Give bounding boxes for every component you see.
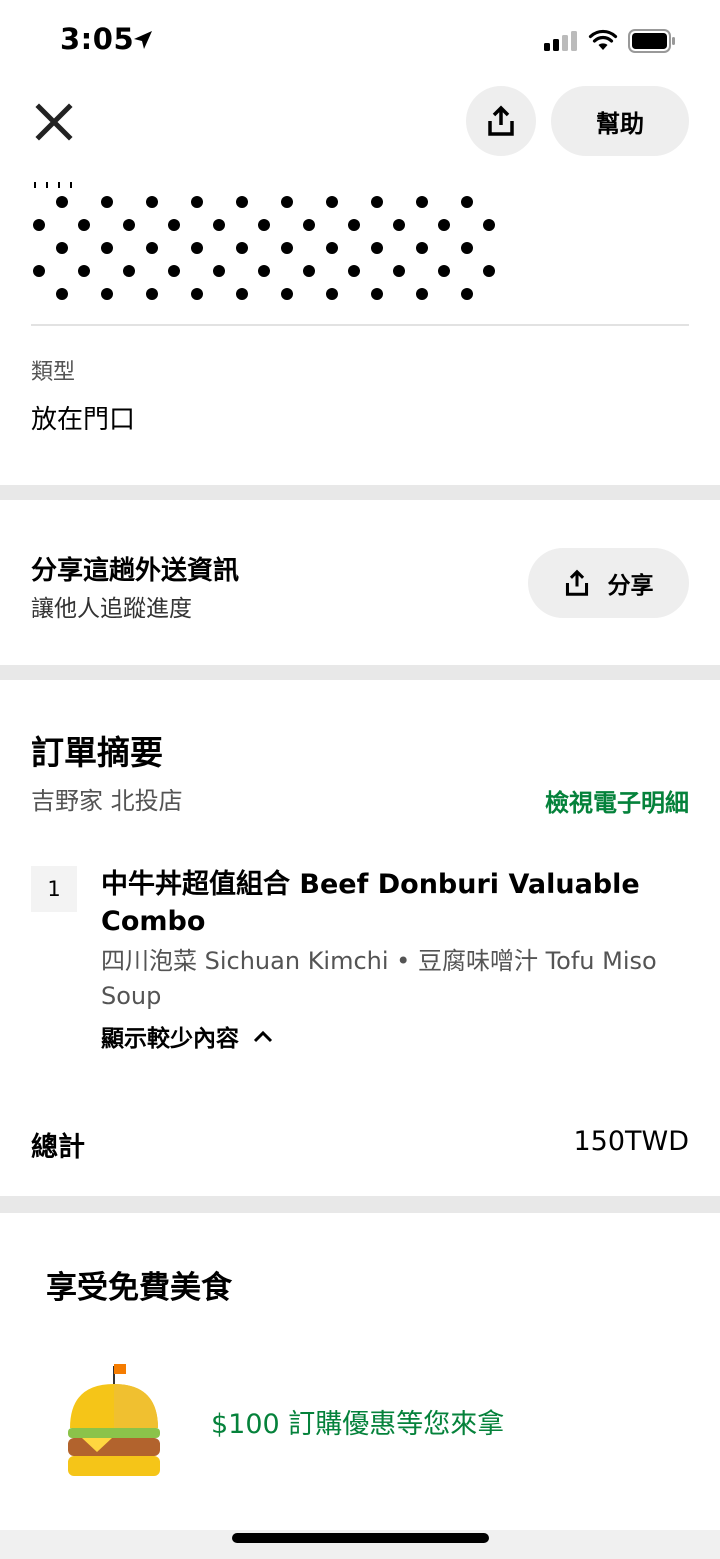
chevron-up-icon [253,1030,273,1043]
pattern-dot [461,242,473,254]
cellular-signal-icon [544,31,577,51]
pattern-dot [78,265,90,277]
item-name: 中牛丼超值組合 Beef Donburi Valuable Combo [101,869,640,937]
battery-icon [628,29,675,53]
section-separator [0,665,720,680]
section-separator [0,485,720,500]
view-receipt-link[interactable]: 檢視電子明細 [545,783,689,818]
pattern-dot [461,288,473,300]
promo-title: 享受免費美食 [46,1270,232,1306]
pattern-dot [348,265,360,277]
pattern-dot [78,219,90,231]
dot-pattern [33,196,495,300]
burger-icon [68,1364,160,1476]
share-button-label: 分享 [607,573,654,599]
pattern-dot [348,219,360,231]
total-label: 總計 [31,1132,85,1163]
pattern-dot [371,242,383,254]
store-name: 吉野家 北投店 [31,787,183,815]
divider [31,324,689,326]
show-less-label: 顯示較少內容 [101,1026,239,1052]
share-icon [565,569,588,596]
pattern-dot [326,196,338,208]
pattern-dot [281,196,293,208]
home-indicator[interactable] [232,1533,489,1543]
delivery-type-value: 放在門口 [31,405,136,435]
pattern-dot [483,265,495,277]
status-time: 3:05 [60,22,135,56]
item-options: 四川泡菜 Sichuan Kimchi • 豆腐味噌汁 Tofu Miso So… [101,947,657,1010]
section-separator [0,1196,720,1213]
pattern-dot [168,265,180,277]
pattern-dot [303,265,315,277]
pattern-dot [123,265,135,277]
pattern-dot [326,288,338,300]
order-summary-title: 訂單摘要 [31,733,163,772]
pattern-dot [213,219,225,231]
pattern-dot [438,265,450,277]
pattern-dot [56,288,68,300]
pattern-dot [146,196,158,208]
pattern-dot [461,196,473,208]
pattern-dot [281,288,293,300]
share-title: 分享這趟外送資訊 [31,556,240,586]
pattern-dot [416,288,428,300]
pattern-dot [371,288,383,300]
status-bar: 3:05 [0,0,720,80]
pattern-dot [393,265,405,277]
pattern-dot [281,242,293,254]
pattern-dot [191,288,203,300]
pattern-dot [101,288,113,300]
pattern-dot [326,242,338,254]
pattern-dot [146,242,158,254]
pattern-dot [33,265,45,277]
close-icon [35,103,73,141]
share-subtitle: 讓他人追蹤進度 [31,596,192,622]
pattern-dot [56,196,68,208]
pattern-dot [101,196,113,208]
location-arrow-icon [134,31,152,49]
pattern-dot [236,242,248,254]
pattern-dot [416,242,428,254]
show-less-toggle[interactable]: 顯示較少內容 [101,1019,273,1053]
pattern-dot [123,219,135,231]
pattern-dot [236,288,248,300]
pattern-dot [438,219,450,231]
pattern-dot [483,219,495,231]
wifi-icon [588,29,618,50]
share-icon-button[interactable] [466,86,536,156]
pattern-dot [393,219,405,231]
pattern-dot [236,196,248,208]
help-button[interactable]: 幫助 [551,86,689,156]
pattern-dot [33,219,45,231]
pattern-dot [191,242,203,254]
close-button[interactable] [30,98,78,146]
pattern-dot [303,219,315,231]
pattern-dot [101,242,113,254]
delivery-type-label: 類型 [31,360,76,385]
pattern-dot [416,196,428,208]
pattern-dot [56,242,68,254]
share-icon [488,105,514,136]
pattern-dot [258,265,270,277]
pattern-dot [371,196,383,208]
pattern-dot [258,219,270,231]
pattern-dot [191,196,203,208]
pattern-dot [213,265,225,277]
share-button[interactable]: 分享 [528,548,689,618]
pattern-dot [146,288,158,300]
item-quantity: 1 [31,866,77,912]
promo-offer-link[interactable]: $100 訂購優惠等您來拿 [211,1402,504,1441]
total-value: 150TWD [573,1126,689,1157]
pattern-dot [168,219,180,231]
